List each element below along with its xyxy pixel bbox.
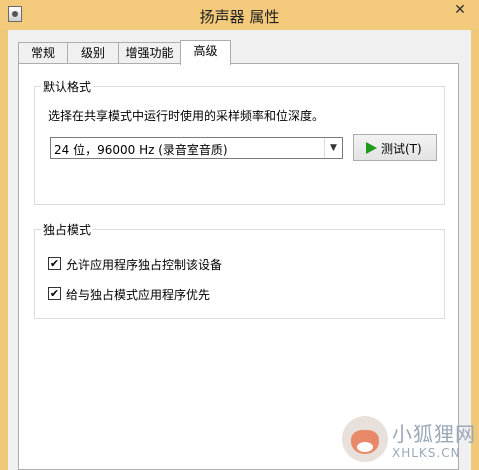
tab-enhancements[interactable]: 增强功能 <box>118 42 181 63</box>
window-title: 扬声器 属性 <box>199 8 280 26</box>
exclusive-mode-title: 独占模式 <box>41 221 94 238</box>
exclusive-mode-group: 独占模式 ✔ 允许应用程序独占控制该设备 ✔ 给与独占模式应用程序优先 <box>34 221 445 319</box>
test-button-label: 测试(T) <box>381 142 422 156</box>
tab-general[interactable]: 常规 <box>18 42 68 63</box>
tab-levels[interactable]: 级别 <box>67 42 119 63</box>
exclusive-priority-checkbox[interactable]: ✔ <box>48 287 61 300</box>
site-watermark: 小狐狸网 XHLKS.CN <box>340 410 479 470</box>
tab-advanced[interactable]: 高级 <box>180 40 231 65</box>
close-icon: ✕ <box>454 2 466 18</box>
sample-format-value: 24 位，96000 Hz (录音室音质) <box>54 143 228 157</box>
chevron-down-icon[interactable]: ▼ <box>324 138 342 158</box>
dialog-client-area: 常规 级别 增强功能 高级 默认格式 选择在共享模式中运行时使用的采样频率和位深… <box>8 30 471 470</box>
title-bar: 扬声器 属性 ✕ <box>0 0 479 30</box>
exclusive-priority-label[interactable]: 给与独占模式应用程序优先 <box>66 286 210 303</box>
default-format-title: 默认格式 <box>41 78 94 95</box>
watermark-text-cn: 小狐狸网 <box>392 422 476 446</box>
allow-exclusive-control-checkbox[interactable]: ✔ <box>48 257 61 270</box>
advanced-panel: 默认格式 选择在共享模式中运行时使用的采样频率和位深度。 24 位，96000 … <box>18 63 459 470</box>
watermark-text-en: XHLKS.CN <box>392 446 461 460</box>
fox-logo-icon <box>342 416 388 462</box>
play-icon <box>366 142 377 154</box>
default-format-group: 默认格式 选择在共享模式中运行时使用的采样频率和位深度。 24 位，96000 … <box>34 78 445 205</box>
default-format-description: 选择在共享模式中运行时使用的采样频率和位深度。 <box>48 109 325 123</box>
close-button[interactable]: ✕ <box>445 0 475 20</box>
allow-exclusive-control-label[interactable]: 允许应用程序独占控制该设备 <box>66 256 222 273</box>
sample-format-select[interactable]: 24 位，96000 Hz (录音室音质) ▼ <box>50 137 343 159</box>
test-button[interactable]: 测试(T) <box>353 134 437 161</box>
